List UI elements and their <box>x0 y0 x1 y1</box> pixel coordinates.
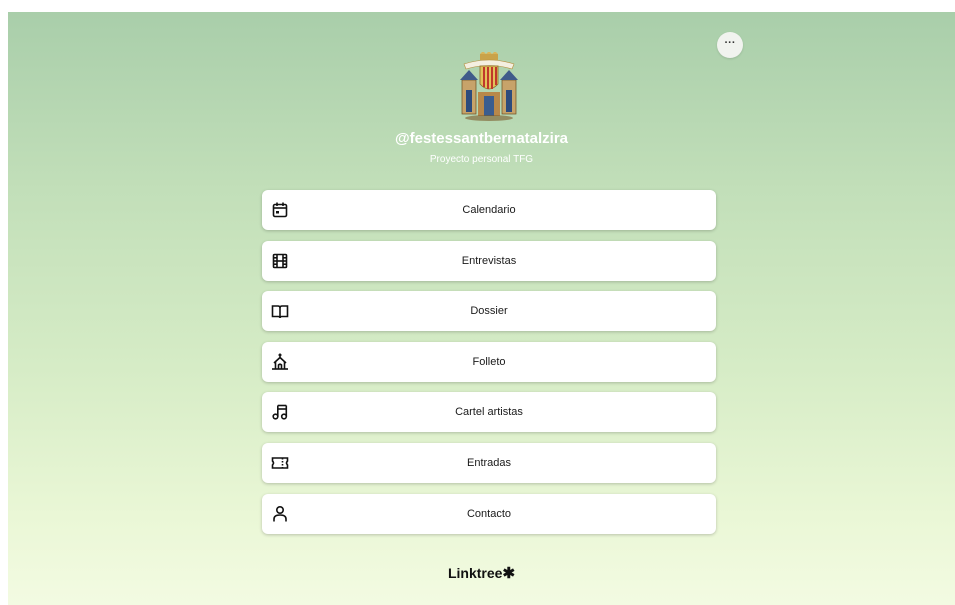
church-icon <box>272 353 288 370</box>
linktree-star-icon: ✱ <box>502 565 516 582</box>
link-entradas[interactable]: Entradas <box>262 442 716 483</box>
open-book-icon <box>271 305 289 319</box>
linktree-logo[interactable]: Linktree✱ <box>8 564 955 582</box>
link-contacto[interactable]: Contacto <box>262 493 716 534</box>
person-icon <box>273 505 287 522</box>
link-dossier[interactable]: Dossier <box>262 291 716 332</box>
link-label: Dossier <box>470 305 508 318</box>
more-options-button[interactable]: ··· <box>717 32 743 58</box>
calendar-icon <box>272 202 288 218</box>
link-folleto[interactable]: Folleto <box>262 341 716 382</box>
link-entrevistas[interactable]: Entrevistas <box>262 240 716 281</box>
link-label: Cartel artistas <box>455 406 523 419</box>
ticket-icon <box>271 457 289 469</box>
music-note-icon <box>272 405 288 420</box>
profile-username: @festessantbernatalzira <box>394 130 569 147</box>
link-label: Folleto <box>472 355 506 368</box>
link-label: Entrevistas <box>461 254 517 267</box>
link-cartel-artistas[interactable]: Cartel artistas <box>262 392 716 433</box>
link-label: Contacto <box>466 507 512 520</box>
coat-of-arms-icon <box>460 52 518 121</box>
link-label: Entradas <box>466 456 512 469</box>
link-label: Calendario <box>462 204 516 216</box>
link-list: Calendario Entrevistas Dossier Folleto C… <box>262 190 716 544</box>
linktree-page: ··· @festessantbernatalzira Proyecto per… <box>8 12 955 605</box>
link-calendario[interactable]: Calendario <box>262 190 716 230</box>
profile-subtitle: Proyecto personal TFG <box>429 154 534 165</box>
linktree-wordmark: Linktree <box>447 565 503 581</box>
ellipsis-icon: ··· <box>724 36 736 49</box>
film-icon <box>272 253 288 268</box>
